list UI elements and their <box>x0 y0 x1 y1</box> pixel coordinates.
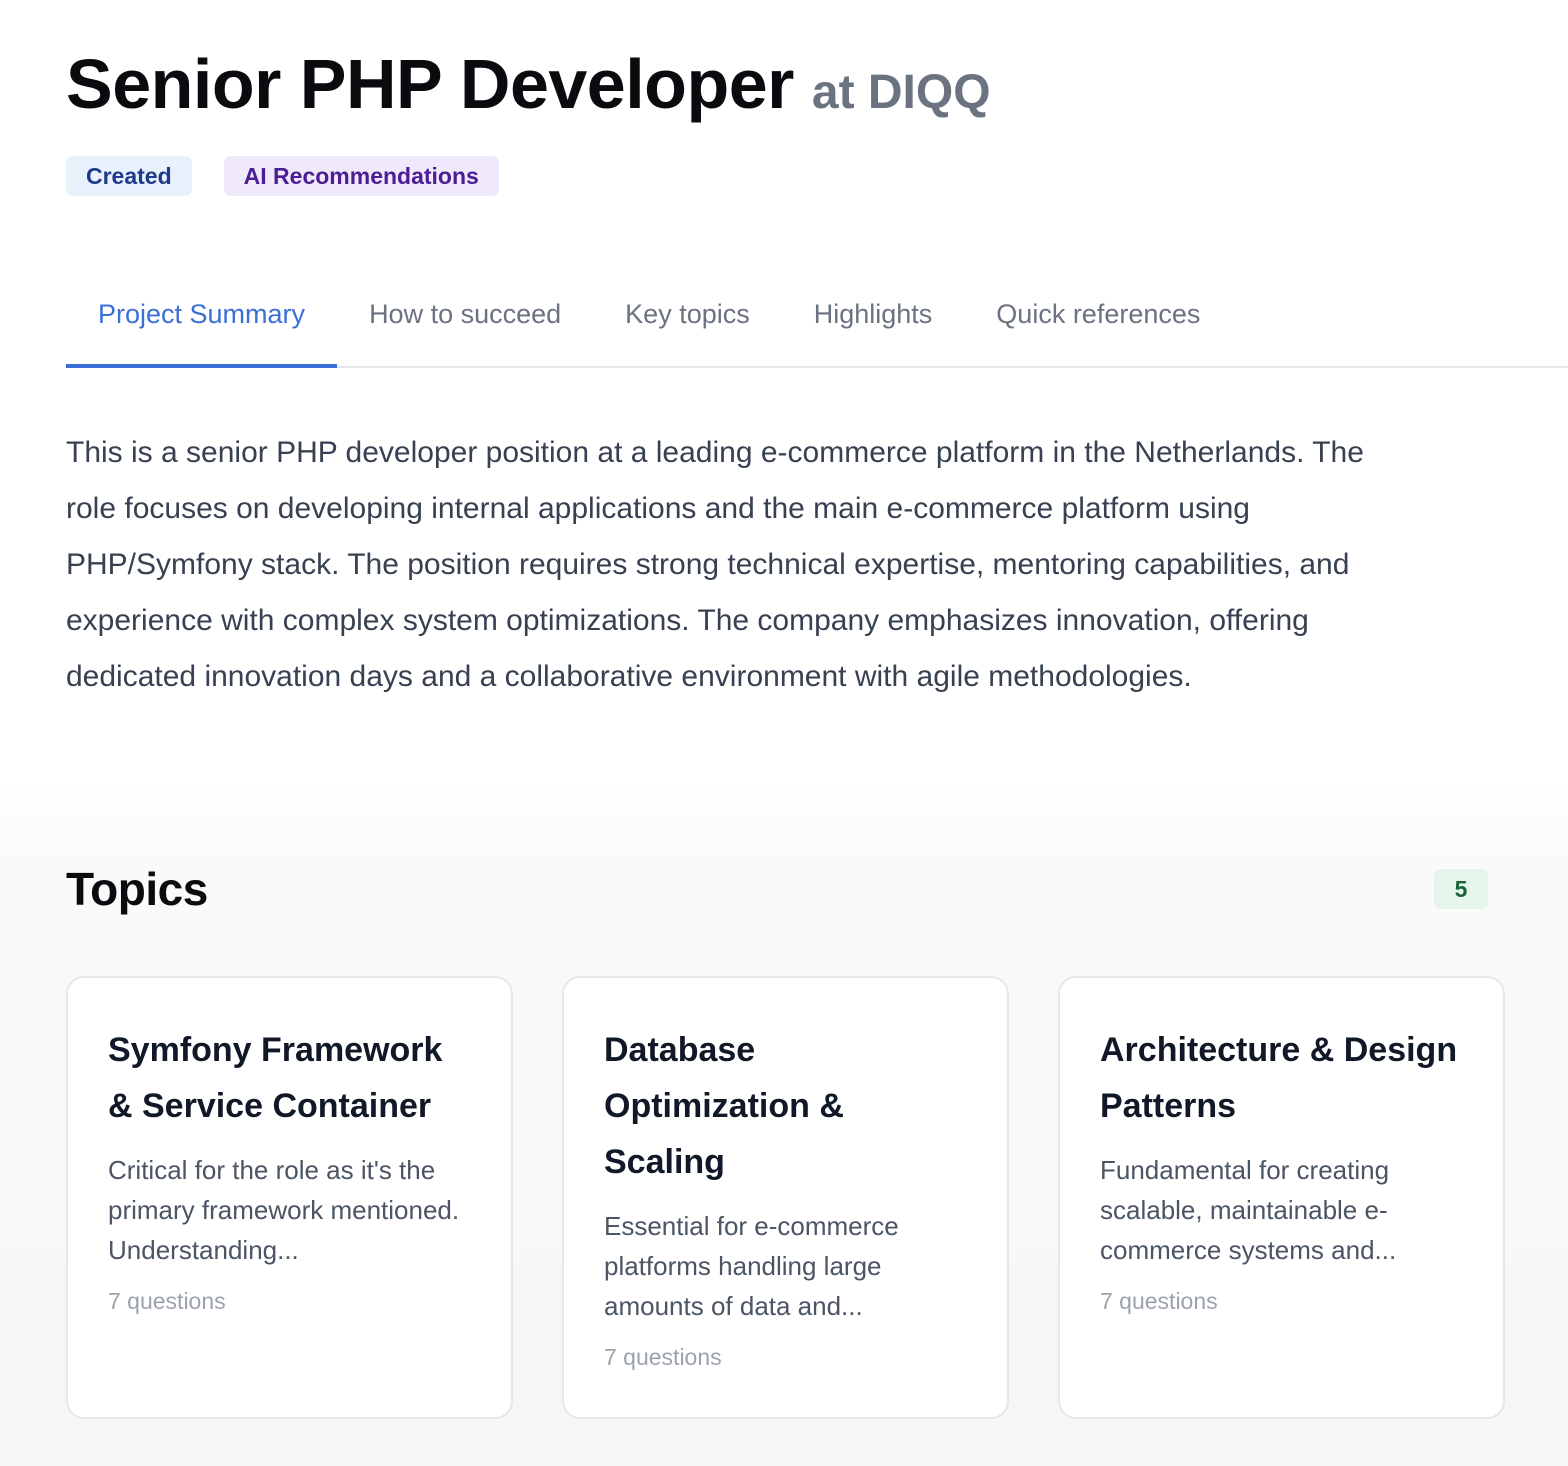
topic-card-symfony[interactable]: Symfony Framework & Service Container Cr… <box>66 976 513 1419</box>
topic-card-description: Critical for the role as it's the primar… <box>108 1155 460 1265</box>
tab-key-topics[interactable]: Key topics <box>593 262 782 366</box>
project-summary-text: This is a senior PHP developer position … <box>66 436 1364 693</box>
status-badges: Created AI Recommendations <box>66 156 499 196</box>
topic-card-description: Fundamental for creating scalable, maint… <box>1100 1155 1397 1265</box>
topic-cards: Symfony Framework & Service Container Cr… <box>66 976 1505 1419</box>
page-title: Senior PHP Developer <box>66 45 794 123</box>
topic-card-title: Symfony Framework & Service Container <box>108 1031 443 1125</box>
topic-card-question-count: 7 questions <box>1100 1288 1218 1314</box>
topic-card-title: Database Optimization & Scaling <box>604 1031 844 1181</box>
tab-highlights[interactable]: Highlights <box>782 262 965 366</box>
created-badge: Created <box>66 156 192 196</box>
topics-count-badge: 5 <box>1434 869 1488 909</box>
title-row: Senior PHP Developer at DIQQ <box>66 44 1526 124</box>
tab-quick-references[interactable]: Quick references <box>964 262 1232 366</box>
page: Senior PHP Developer at DIQQ Created AI … <box>0 0 1568 1466</box>
topic-card-description: Essential for e-commerce platforms handl… <box>604 1211 899 1321</box>
topics-title: Topics <box>66 863 208 915</box>
page-header: Senior PHP Developer at DIQQ <box>66 44 1526 124</box>
tab-project-summary[interactable]: Project Summary <box>66 262 338 368</box>
topic-card-title: Architecture & Design Patterns <box>1100 1031 1458 1125</box>
company-name: at DIQQ <box>811 66 991 119</box>
topic-card-database[interactable]: Database Optimization & Scaling Essentia… <box>562 976 1009 1419</box>
ai-recommendations-badge[interactable]: AI Recommendations <box>223 156 499 196</box>
tab-how-to-succeed[interactable]: How to succeed <box>337 262 593 366</box>
topic-card-architecture[interactable]: Architecture & Design Patterns Fundament… <box>1058 976 1505 1419</box>
topic-card-question-count: 7 questions <box>604 1344 722 1370</box>
topic-card-question-count: 7 questions <box>108 1288 226 1314</box>
tab-bar: Project Summary How to succeed Key topic… <box>66 262 1568 368</box>
topics-header: Topics 5 <box>66 862 1488 916</box>
